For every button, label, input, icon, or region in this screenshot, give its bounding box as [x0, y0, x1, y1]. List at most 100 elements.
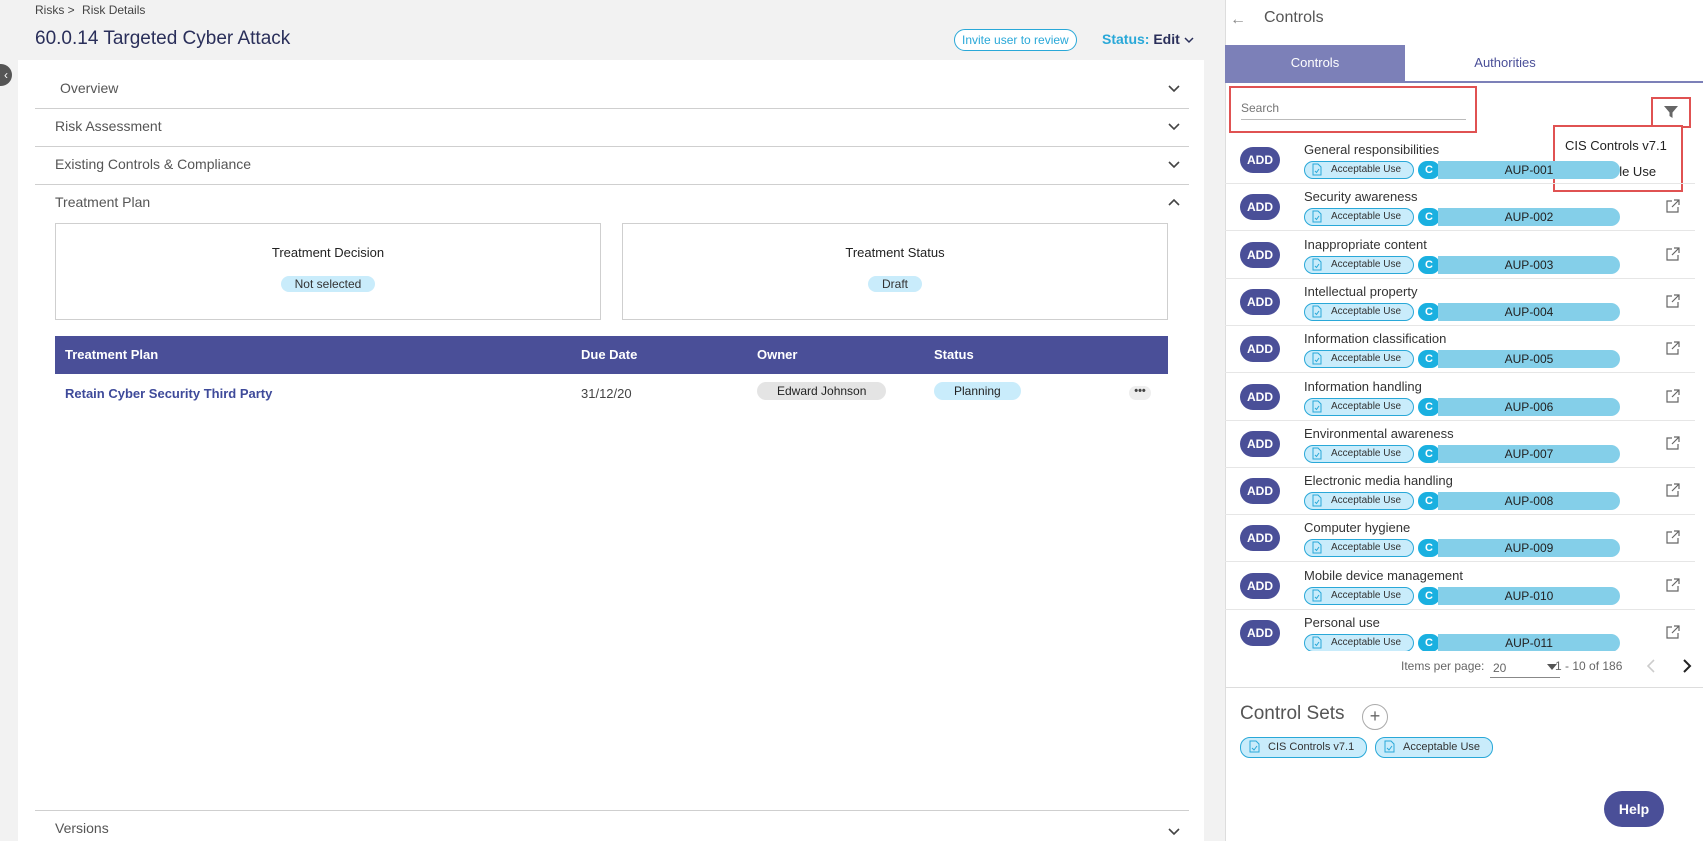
table-header: Treatment Plan Due Date Owner Status [55, 336, 1168, 374]
section-risk-assessment-label: Risk Assessment [55, 118, 162, 134]
next-page-icon[interactable] [1681, 659, 1693, 673]
breadcrumb-risks-link[interactable]: Risks > [35, 3, 75, 17]
control-set-tag-label: Acceptable Use [1331, 258, 1402, 270]
open-external-icon[interactable] [1665, 529, 1681, 545]
add-control-button[interactable]: ADD [1240, 194, 1280, 221]
treatment-plan-link[interactable]: Retain Cyber Security Third Party [65, 386, 272, 401]
open-external-icon[interactable] [1665, 293, 1681, 309]
control-code: AUP-003 [1438, 255, 1620, 274]
open-external-icon[interactable] [1665, 198, 1681, 214]
chevron-up-icon [1168, 198, 1180, 206]
control-set-tag-label: Acceptable Use [1331, 400, 1402, 412]
open-external-icon[interactable] [1665, 624, 1681, 640]
control-type-badge: C [1418, 208, 1440, 227]
section-risk-assessment[interactable]: Risk Assessment [35, 118, 1189, 147]
tab-authorities[interactable]: Authorities [1405, 45, 1605, 81]
control-set-label: Acceptable Use [1403, 741, 1481, 753]
open-external-icon[interactable] [1665, 577, 1681, 593]
treatment-decision-title: Treatment Decision [271, 245, 385, 260]
control-row: ADD Computer hygiene Acceptable Use C AUP-00… [1225, 515, 1695, 563]
document-icon [1312, 352, 1322, 365]
open-external-icon[interactable] [1665, 388, 1681, 404]
divider [1225, 687, 1703, 688]
add-control-button[interactable]: ADD [1240, 478, 1280, 505]
control-code: AUP-004 [1438, 302, 1620, 321]
control-set-tag[interactable]: CIS Controls v7.1 [1240, 737, 1368, 758]
document-icon [1312, 636, 1322, 649]
invite-user-button[interactable]: Invite user to review [954, 29, 1077, 51]
breadcrumb: Risks > Risk Details [35, 3, 149, 17]
control-row: ADD Information classification Acceptable … [1225, 326, 1695, 374]
control-code: AUP-010 [1438, 586, 1620, 605]
treatment-decision-card: Treatment Decision Not selected [55, 223, 601, 320]
treatment-decision-badge[interactable]: Not selected [280, 276, 376, 292]
add-control-button[interactable]: ADD [1240, 525, 1280, 552]
document-icon [1312, 589, 1322, 602]
open-external-icon[interactable] [1665, 435, 1681, 451]
control-set-label: CIS Controls v7.1 [1268, 741, 1355, 753]
control-name: Information handling [1304, 378, 1422, 394]
document-icon [1312, 305, 1322, 318]
section-versions[interactable]: Versions [35, 810, 1189, 841]
control-set-tag: Acceptable Use [1304, 586, 1414, 605]
tab-controls[interactable]: Controls [1225, 45, 1405, 81]
add-control-set-button[interactable]: + [1362, 704, 1388, 730]
previous-page-icon[interactable] [1645, 659, 1657, 673]
chevron-down-icon [1168, 161, 1180, 169]
control-code: AUP-006 [1438, 397, 1620, 416]
more-options-icon[interactable]: ••• [1129, 386, 1151, 400]
control-set-tag-label: Acceptable Use [1331, 542, 1402, 554]
add-control-button[interactable]: ADD [1240, 336, 1280, 363]
control-row: ADD Mobile device management Acceptable Us… [1225, 563, 1695, 610]
section-treatment-plan-label: Treatment Plan [55, 194, 151, 210]
section-versions-label: Versions [55, 820, 109, 836]
col-treatment-plan: Treatment Plan [65, 347, 159, 362]
control-code: AUP-002 [1438, 208, 1620, 227]
document-icon [1312, 447, 1322, 460]
control-set-tag: Acceptable Use [1304, 539, 1414, 558]
control-set-tag: Acceptable Use [1304, 397, 1414, 416]
open-external-icon[interactable] [1665, 246, 1681, 262]
section-existing-controls[interactable]: Existing Controls & Compliance [35, 156, 1189, 185]
document-icon [1312, 210, 1322, 223]
control-code: AUP-008 [1438, 492, 1620, 511]
col-owner: Owner [757, 347, 798, 362]
control-row: ADD General responsibilities Acceptable Us… [1225, 137, 1695, 184]
add-control-button[interactable]: ADD [1240, 288, 1280, 315]
back-arrow-icon[interactable]: ← [1230, 11, 1246, 29]
chevron-down-icon [1168, 828, 1180, 836]
section-overview[interactable]: Overview [35, 80, 1189, 109]
add-control-button[interactable]: ADD [1240, 620, 1280, 646]
section-existing-controls-label: Existing Controls & Compliance [55, 156, 252, 172]
items-per-page-select[interactable]: 20 [1490, 657, 1560, 678]
control-name: Security awareness [1304, 189, 1418, 205]
control-type-badge: C [1418, 255, 1440, 274]
control-type-badge: C [1418, 634, 1440, 651]
add-control-button[interactable]: ADD [1240, 383, 1280, 410]
control-code: AUP-009 [1438, 539, 1620, 558]
add-control-button[interactable]: ADD [1240, 241, 1280, 268]
open-external-icon[interactable] [1665, 340, 1681, 356]
search-input[interactable] [1241, 96, 1466, 120]
col-status: Status [934, 347, 974, 362]
treatment-status-badge[interactable]: Draft [867, 276, 922, 292]
control-code: AUP-005 [1438, 350, 1620, 369]
add-control-button[interactable]: ADD [1240, 147, 1280, 173]
document-icon [1312, 400, 1322, 412]
help-button[interactable]: Help [1604, 791, 1664, 827]
control-set-tag: Acceptable Use [1304, 161, 1414, 179]
document-icon [1249, 740, 1260, 753]
add-control-button[interactable]: ADD [1240, 430, 1280, 457]
treatment-status-title: Treatment Status [845, 245, 945, 260]
filter-button[interactable] [1651, 97, 1691, 128]
document-icon [1312, 258, 1322, 271]
control-set-tag[interactable]: Acceptable Use [1375, 737, 1494, 758]
status-dropdown[interactable]: Status: Edit [1102, 31, 1194, 47]
add-control-button[interactable]: ADD [1240, 572, 1280, 599]
items-per-page-value: 20 [1493, 661, 1507, 675]
control-name: Computer hygiene [1304, 520, 1411, 536]
control-set-tag-label: Acceptable Use [1331, 589, 1402, 601]
section-treatment-plan[interactable]: Treatment Plan [35, 194, 1189, 218]
tab-underline [1225, 81, 1703, 83]
open-external-icon[interactable] [1665, 482, 1681, 498]
